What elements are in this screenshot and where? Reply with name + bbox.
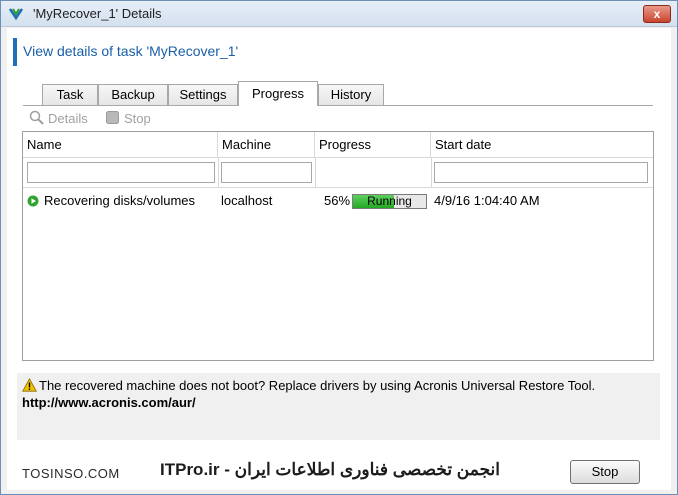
progress-bar: Running: [352, 194, 427, 209]
filter-start-date-input[interactable]: [434, 162, 648, 183]
universal-restore-link[interactable]: http://www.acronis.com/aur/: [22, 395, 196, 410]
tab-settings[interactable]: Settings: [168, 84, 238, 105]
column-header-machine[interactable]: Machine: [218, 132, 315, 157]
title-bar: 'MyRecover_1' Details x: [1, 1, 677, 27]
filter-divider: [23, 187, 653, 188]
header-divider: [23, 157, 653, 158]
watermark-center: ITPro.ir - انجمن تخصصی فناوری اطلاعات ای…: [160, 460, 501, 479]
tab-backup[interactable]: Backup: [98, 84, 168, 105]
details-window: 'MyRecover_1' Details x View details of …: [0, 0, 678, 495]
filter-separator: [218, 157, 219, 187]
info-message: The recovered machine does not boot? Rep…: [39, 378, 596, 393]
filter-separator: [431, 157, 432, 187]
stop-button[interactable]: Stop: [570, 460, 640, 484]
filter-separator: [315, 157, 316, 187]
stop-square-icon: [106, 111, 119, 124]
tab-task[interactable]: Task: [42, 84, 98, 105]
info-panel: The recovered machine does not boot? Rep…: [17, 373, 660, 440]
filter-machine-input[interactable]: [221, 162, 312, 183]
page-title: View details of task 'MyRecover_1': [23, 43, 239, 59]
filter-name-input[interactable]: [27, 162, 215, 183]
row-machine: localhost: [221, 193, 273, 208]
running-status-icon: [27, 195, 39, 207]
stop-toolbar-button[interactable]: Stop: [124, 111, 151, 126]
tab-progress[interactable]: Progress: [238, 81, 318, 106]
details-button[interactable]: Details: [48, 111, 88, 126]
column-header-start-date[interactable]: Start date: [431, 132, 651, 157]
close-button[interactable]: x: [643, 5, 671, 23]
window-title: 'MyRecover_1' Details: [33, 6, 162, 21]
dialog-content: View details of task 'MyRecover_1' Task …: [7, 28, 671, 490]
column-header-progress[interactable]: Progress: [315, 132, 431, 157]
acronis-app-icon: [8, 8, 24, 21]
row-start-date: 4/9/16 1:04:40 AM: [434, 193, 540, 208]
progress-table: Name Machine Progress Start date Recover…: [22, 131, 654, 361]
tab-history[interactable]: History: [318, 84, 384, 105]
column-header-name[interactable]: Name: [23, 132, 218, 157]
warning-icon: [22, 378, 37, 392]
tabs-divider: [23, 105, 653, 106]
progress-status: Running: [367, 194, 412, 208]
row-progress-percent: 56%: [324, 193, 351, 208]
search-icon: [29, 110, 44, 125]
header-accent-bar: [13, 38, 17, 66]
row-name: Recovering disks/volumes: [44, 193, 196, 208]
watermark-left: TOSINSO.COM: [22, 466, 120, 481]
